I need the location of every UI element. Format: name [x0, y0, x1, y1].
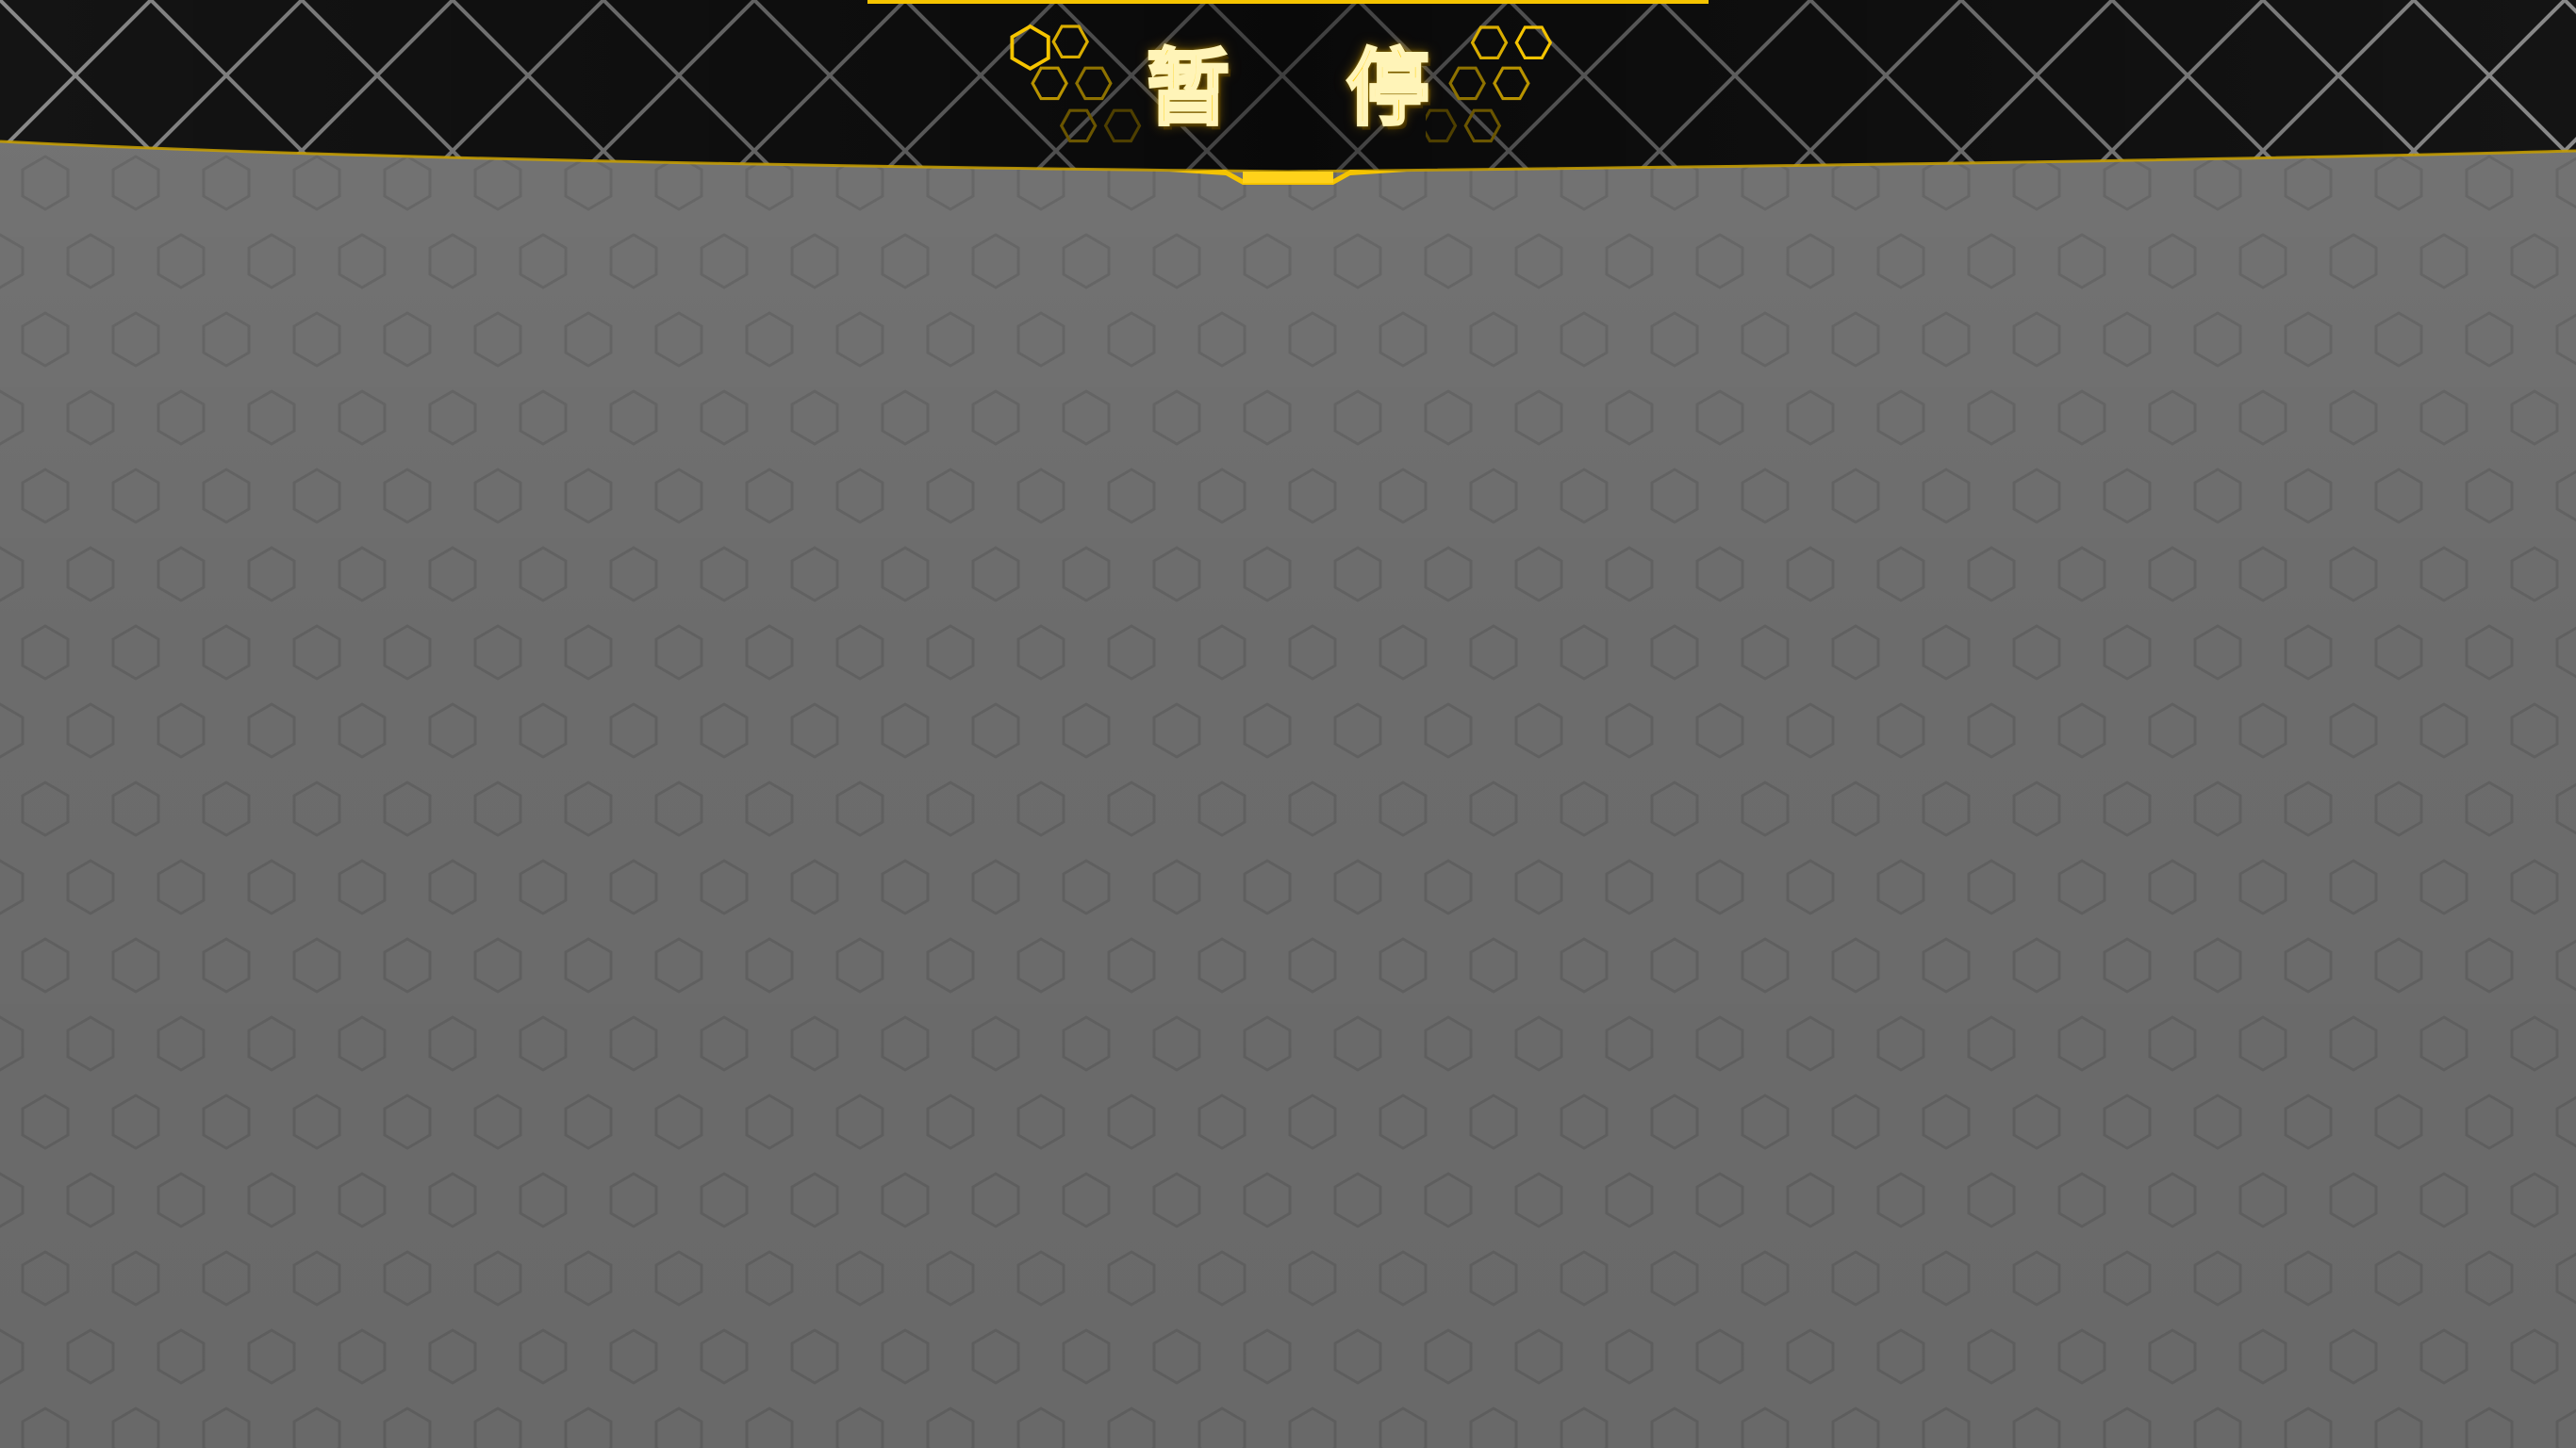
honeycomb-icon	[1426, 25, 1553, 143]
pause-title-char-2: 停	[1345, 40, 1430, 137]
honeycomb-icon	[1010, 24, 1142, 143]
pause-screen: 暂 停	[0, 0, 2576, 1448]
hex-pattern-background	[0, 0, 2576, 1448]
pause-title-char-1: 暂	[1145, 40, 1230, 137]
pause-title: 暂 停	[1145, 32, 1430, 145]
